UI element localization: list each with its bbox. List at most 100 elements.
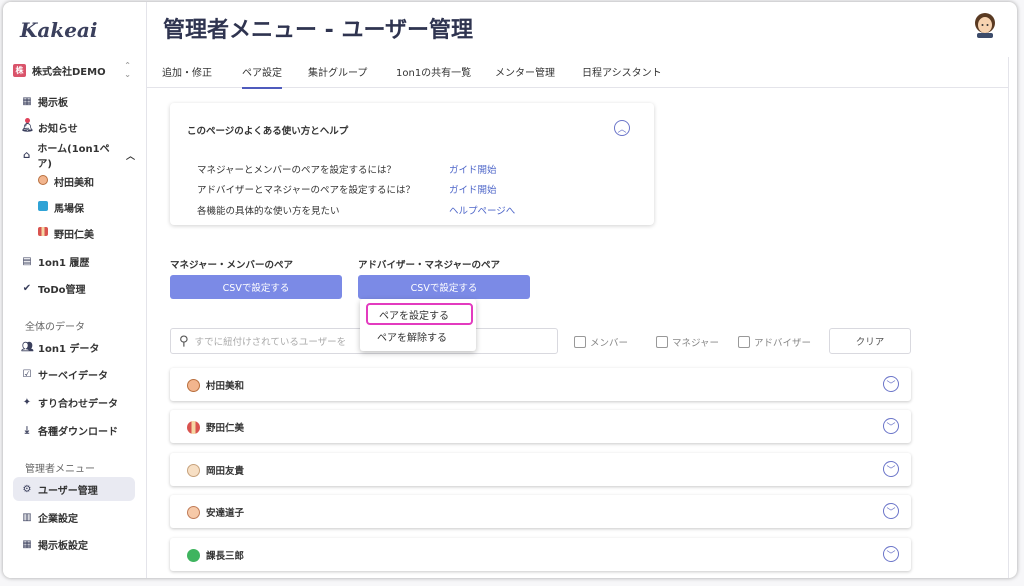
user-row[interactable]: 村田美和 ﹀ xyxy=(170,368,911,401)
help-page-link[interactable]: ヘルプページへ xyxy=(449,203,515,217)
search-icon: ⚲ xyxy=(179,333,189,349)
help-card: このページのよくある使い方とヘルプ ︿ マネジャーとメンバーのペアを設定するには… xyxy=(170,103,654,225)
sidebar-item-label: 1on1 履歴 xyxy=(38,257,90,269)
sidebar-item-label: 掲示板 xyxy=(38,97,68,109)
sidebar-item-home[interactable]: ⌂ ホーム(1on1ペア) ︿ xyxy=(13,143,135,170)
guide-start-link[interactable]: ガイド開始 xyxy=(449,162,497,176)
handshake-icon: ✦ xyxy=(22,396,32,408)
bell-icon: 🔔︎ xyxy=(21,121,34,133)
app-logo[interactable]: Kakeai xyxy=(20,18,97,42)
avatar xyxy=(37,200,49,214)
advisor-manager-csv-button[interactable]: CSVで設定する xyxy=(358,275,530,299)
sidebar-item-board-settings[interactable]: ▦ 掲示板設定 xyxy=(13,532,135,556)
expand-chevron-down-icon[interactable]: ﹀ xyxy=(883,503,899,519)
calendar-check-icon: ☑ xyxy=(22,368,32,380)
users-gear-icon: ⚙ xyxy=(22,483,32,495)
sidebar-item-user-management[interactable]: ⚙ ユーザー管理 xyxy=(13,477,135,501)
sidebar-item-downloads[interactable]: ⤓ 各種ダウンロード xyxy=(13,418,135,442)
manager-member-pair-label: マネジャー・メンバーのペア xyxy=(170,260,294,271)
sidebar-item-label: すり合わせデータ xyxy=(38,398,118,410)
sidebar-item-notifications[interactable]: 🔔︎ お知らせ xyxy=(13,115,135,139)
tab-pair-settings[interactable]: ペア設定 xyxy=(242,64,282,89)
menu-item-unset-pair[interactable]: ペアを解除する xyxy=(360,325,476,347)
checkbox-icon xyxy=(574,336,586,348)
avatar xyxy=(37,174,49,188)
csv-dropdown-menu: ペアを設定する ペアを解除する xyxy=(360,299,476,351)
sidebar-item-survey-data[interactable]: ☑ サーベイデータ xyxy=(13,362,135,386)
clear-button[interactable]: クリア xyxy=(829,328,911,354)
filter-label: アドバイザー xyxy=(754,338,812,349)
expand-chevron-down-icon[interactable]: ﹀ xyxy=(883,546,899,562)
updown-chevron-icon: ⌃ ⌄ xyxy=(124,61,131,79)
avatar-icon xyxy=(975,13,995,38)
app-window: Kakeai 株 株式会社DEMO ⌃ ⌄ ▦ 掲示板 🔔︎ お知らせ ⌂ ホーム… xyxy=(3,2,1017,578)
building-icon: ▥ xyxy=(22,511,32,523)
expand-chevron-down-icon[interactable]: ﹀ xyxy=(883,376,899,392)
sidebar-item-user-murata[interactable]: 村田美和 xyxy=(13,169,135,193)
tab-aggregate-groups[interactable]: 集計グループ xyxy=(308,64,367,87)
notification-dot xyxy=(25,118,30,123)
user-name-text: 安達道子 xyxy=(206,508,245,519)
check-circle-icon: ✔ xyxy=(22,282,32,294)
user-avatar[interactable] xyxy=(973,12,997,38)
chevron-up-icon[interactable]: ︿ xyxy=(126,149,135,162)
history-icon: ▤ xyxy=(22,255,32,267)
user-name-text: 岡田友貴 xyxy=(206,466,245,477)
sidebar-item-label: 村田美和 xyxy=(54,177,94,189)
section-title-admin: 管理者メニュー xyxy=(25,464,95,475)
search-placeholder: すでに紐付けされているユーザーを xyxy=(194,337,347,348)
content-divider xyxy=(1008,57,1009,578)
sidebar-item-label: ユーザー管理 xyxy=(38,485,98,497)
sidebar-item-label: 1on1 データ xyxy=(38,343,100,355)
sidebar-divider xyxy=(146,2,147,578)
sidebar-item-user-noda[interactable]: 野田仁美 xyxy=(13,221,135,245)
sidebar-item-company-settings[interactable]: ▥ 企業設定 xyxy=(13,505,135,529)
advisor-manager-pair-label: アドバイザー・マネジャーのペア xyxy=(358,260,501,271)
collapse-chevron-up-icon[interactable]: ︿ xyxy=(614,120,630,136)
user-name: 岡田友貴 xyxy=(187,463,244,477)
expand-chevron-down-icon[interactable]: ﹀ xyxy=(883,461,899,477)
user-name: 野田仁美 xyxy=(187,420,244,434)
sidebar-item-alignment-data[interactable]: ✦ すり合わせデータ xyxy=(13,390,135,414)
sidebar-item-todo[interactable]: ✔ ToDo管理 xyxy=(13,276,135,300)
sidebar-item-label: サーベイデータ xyxy=(38,370,108,382)
user-row[interactable]: 野田仁美 ﹀ xyxy=(170,410,911,443)
avatar xyxy=(187,505,200,519)
user-name-text: 村田美和 xyxy=(206,381,245,392)
manager-member-csv-button[interactable]: CSVで設定する xyxy=(170,275,342,299)
tab-mentor-management[interactable]: メンター管理 xyxy=(495,64,555,87)
user-row[interactable]: 岡田友貴 ﹀ xyxy=(170,453,911,486)
user-row[interactable]: 安達道子 ﹀ xyxy=(170,495,911,528)
checkbox-icon xyxy=(656,336,668,348)
sidebar-item-board[interactable]: ▦ 掲示板 xyxy=(13,89,135,113)
help-question: アドバイザーとマネジャーのペアを設定するには？ xyxy=(197,185,416,196)
board-settings-icon: ▦ xyxy=(22,538,32,550)
tab-add-edit[interactable]: 追加・修正 xyxy=(162,64,212,87)
avatar xyxy=(37,227,49,239)
sidebar-item-user-baba[interactable]: 馬場保 xyxy=(13,195,135,219)
company-switcher[interactable]: 株 株式会社DEMO ⌃ ⌄ xyxy=(13,60,131,80)
tab-schedule-assistant[interactable]: 日程アシスタント xyxy=(582,64,662,87)
menu-item-set-pair[interactable]: ペアを設定する xyxy=(366,303,473,325)
sidebar-item-label: ToDo管理 xyxy=(38,284,86,296)
help-question: 各機能の具体的な使い方を見たい xyxy=(197,206,340,217)
sidebar-item-history[interactable]: ▤ 1on1 履歴 xyxy=(13,249,135,273)
expand-chevron-down-icon[interactable]: ﹀ xyxy=(883,418,899,434)
filter-advisor-checkbox[interactable]: アドバイザー xyxy=(738,335,811,349)
filter-label: メンバー xyxy=(590,338,629,349)
filter-manager-checkbox[interactable]: マネジャー xyxy=(656,335,719,349)
user-name: 安達道子 xyxy=(187,505,244,519)
user-row[interactable]: 課長三郎 ﹀ xyxy=(170,538,911,571)
tab-1on1-share-list[interactable]: 1on1の共有一覧 xyxy=(396,64,471,87)
sidebar-item-1on1-data[interactable]: 👥︎ 1on1 データ xyxy=(13,335,135,359)
user-name: 課長三郎 xyxy=(187,548,244,562)
help-title: このページのよくある使い方とヘルプ xyxy=(187,126,349,137)
filter-member-checkbox[interactable]: メンバー xyxy=(574,335,628,349)
sidebar-item-label: 各種ダウンロード xyxy=(38,426,118,438)
company-name: 株式会社DEMO xyxy=(32,66,106,78)
people-icon: 👥︎ xyxy=(21,341,34,353)
sidebar-item-label: お知らせ xyxy=(38,123,78,135)
guide-start-link[interactable]: ガイド開始 xyxy=(449,182,497,196)
company-badge-icon: 株 xyxy=(13,63,26,77)
avatar xyxy=(187,463,200,477)
